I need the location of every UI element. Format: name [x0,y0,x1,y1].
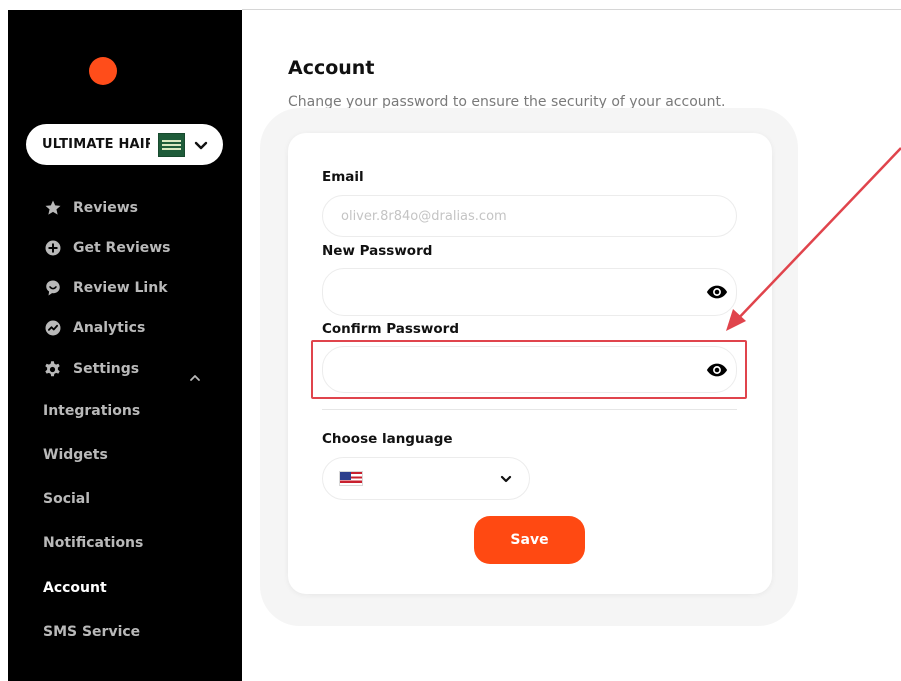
business-selector[interactable]: ULTIMATE HAIR & BEAUTY [26,124,223,165]
sidebar-item-notifications[interactable]: Notifications [43,535,143,551]
sidebar-item-account[interactable]: Account [43,580,107,596]
nav-item-settings[interactable]: Settings [43,357,139,381]
divider [322,409,737,410]
nav-item-get-reviews[interactable]: Get Reviews [43,236,171,260]
us-flag-icon [339,471,363,486]
nav-item-review-link[interactable]: Review Link [43,276,168,300]
confirm-password-label: Confirm Password [322,321,460,337]
email-field[interactable] [339,207,720,225]
new-password-field[interactable] [339,283,720,301]
email-label: Email [322,169,364,185]
new-password-label: New Password [322,243,433,259]
language-label: Choose language [322,431,453,447]
chevron-up-icon[interactable] [188,371,202,385]
sidebar-item-widgets[interactable]: Widgets [43,447,108,463]
sidebar-item-sms-service[interactable]: SMS Service [43,624,140,640]
annotation-arrow-icon [726,147,901,331]
nav-item-label: Review Link [73,280,168,296]
new-password-field-wrapper [322,268,737,316]
nav-item-label: Reviews [73,200,138,216]
nav-item-label: Analytics [73,320,146,336]
business-name: ULTIMATE HAIR & BEAUTY [42,137,150,152]
chevron-down-icon [500,475,512,482]
chart-icon [43,319,62,338]
language-select[interactable] [322,457,530,500]
brand-logo[interactable] [89,57,117,85]
top-border [242,9,901,10]
nav-item-label: Settings [73,361,140,377]
sidebar-item-social[interactable]: Social [43,491,90,507]
page-title: Account [288,57,375,79]
save-button[interactable]: Save [474,516,585,564]
star-icon [43,199,62,218]
sidebar: ULTIMATE HAIR & BEAUTY Reviews Get Revie… [8,10,242,681]
email-field-wrapper [322,195,737,237]
nav-item-label: Get Reviews [73,240,171,256]
chevron-down-icon [194,141,208,149]
annotation-highlight-box [311,340,747,399]
business-logo [158,132,185,157]
chat-bubble-icon [43,279,62,298]
sidebar-item-integrations[interactable]: Integrations [43,403,140,419]
plus-circle-icon [43,239,62,258]
nav-item-analytics[interactable]: Analytics [43,316,145,340]
gear-icon [43,360,62,379]
nav-item-reviews[interactable]: Reviews [43,196,138,220]
